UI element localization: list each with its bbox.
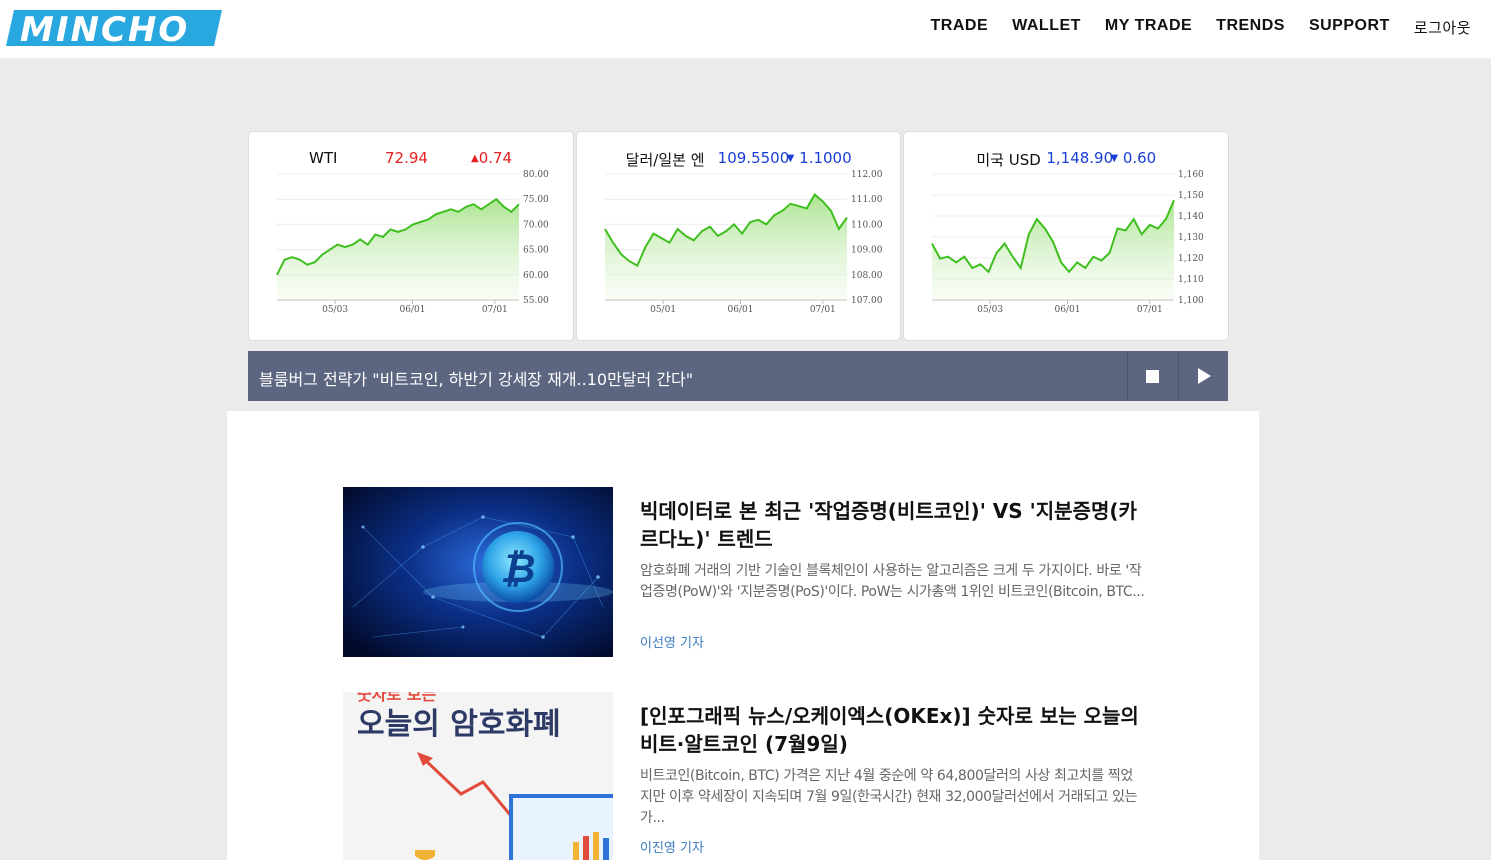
market-cards: WTI 72.94 ▲0.74 80.00 75.00 70.00 65.00 60.0… xyxy=(248,131,1230,341)
y-tick-label: 1,100 xyxy=(1178,296,1204,306)
mincho-logo[interactable]: MINCHO xyxy=(6,10,222,46)
article-title[interactable]: 빅데이터로 본 최근 '작업증명(비트코인)' VS '지분증명(카르다노)' … xyxy=(640,497,1145,553)
y-tick-label: 55.00 xyxy=(523,296,549,306)
article-thumbnail[interactable]: ₿ xyxy=(343,487,613,657)
nav-wallet[interactable]: WALLET xyxy=(1012,17,1081,38)
stop-button[interactable] xyxy=(1127,351,1177,401)
news-ticker-bar: 블룸버그 전략가 "비트코인, 하반기 강세장 재개..10만달러 간다" xyxy=(248,351,1228,401)
ticker-card-wti[interactable]: WTI 72.94 ▲0.74 80.00 75.00 70.00 65.00 60.0… xyxy=(248,131,574,341)
x-tick-label: 07/01 xyxy=(810,305,836,315)
x-tick-label: 05/03 xyxy=(977,305,1003,315)
y-tick-label: 1,130 xyxy=(1178,233,1204,243)
y-tick-label: 108.00 xyxy=(851,271,883,281)
y-tick-label: 111.00 xyxy=(851,195,883,205)
y-tick-label: 1,160 xyxy=(1178,170,1204,180)
main-nav: TRADE WALLET MY TRADE TRENDS SUPPORT 로그아… xyxy=(931,17,1471,38)
y-tick-label: 107.00 xyxy=(851,296,883,306)
infographic-image: 숫자로 보는 오늘의 암호화폐 xyxy=(343,692,613,860)
y-tick-label: 1,150 xyxy=(1178,191,1204,201)
y-tick-label: 1,120 xyxy=(1178,254,1204,264)
top-header: MINCHO TRADE WALLET MY TRADE TRENDS SUPP… xyxy=(0,0,1491,58)
nav-trade[interactable]: TRADE xyxy=(931,17,989,38)
y-tick-label: 112.00 xyxy=(851,170,883,180)
ticker-chart: 80.00 75.00 70.00 65.00 60.00 55.00 05/03 06/01… xyxy=(276,170,549,315)
article-summary: 암호화폐 거래의 기반 기술인 블록체인이 사용하는 알고리즘은 크게 두 가지… xyxy=(640,563,1145,600)
nav-my-trade[interactable]: MY TRADE xyxy=(1105,17,1192,38)
play-button[interactable] xyxy=(1178,351,1228,401)
nav-logout[interactable]: 로그아웃 xyxy=(1414,17,1471,38)
bitcoin-image: ₿ xyxy=(343,487,613,657)
y-tick-label: 1,140 xyxy=(1178,212,1204,222)
article-list: ₿ 빅데이터로 본 최근 '작업증명(비트코인)' VS '지분증명(카르다노)… xyxy=(227,411,1259,860)
article-author[interactable]: 이선영 기자 xyxy=(640,632,704,651)
x-tick-label: 07/01 xyxy=(482,305,508,315)
x-tick-label: 06/01 xyxy=(727,305,753,315)
svg-text:₿: ₿ xyxy=(500,546,535,592)
y-tick-label: 65.00 xyxy=(523,246,549,256)
y-tick-label: 1,110 xyxy=(1178,275,1204,285)
article-thumbnail[interactable]: 숫자로 보는 오늘의 암호화폐 xyxy=(343,692,613,860)
thumb-subtitle: 숫자로 보는 xyxy=(357,692,436,704)
y-tick-label: 75.00 xyxy=(523,195,549,205)
x-tick-label: 06/01 xyxy=(400,305,426,315)
ticker-card-usd-krw[interactable]: 미국 USD 1,148.90 ▼ 0.60 1,160 1,150 1,140 1,… xyxy=(903,131,1230,341)
logo-text: MINCHO xyxy=(20,10,189,46)
y-tick-label: 80.00 xyxy=(523,170,549,180)
play-icon xyxy=(1198,368,1211,384)
ticker-chart: 1,160 1,150 1,140 1,130 1,120 1,110 1,100 05/03… xyxy=(931,170,1204,315)
ticker-chart: 112.00 111.00 110.00 109.00 108.00 107.00 05/0… xyxy=(603,170,883,315)
nav-support[interactable]: SUPPORT xyxy=(1309,17,1390,38)
thumb-title: 오늘의 암호화폐 xyxy=(357,707,561,742)
news-headline[interactable]: 블룸버그 전략가 "비트코인, 하반기 강세장 재개..10만달러 간다" xyxy=(259,366,693,390)
x-tick-label: 05/03 xyxy=(322,305,348,315)
series-area xyxy=(932,200,1175,300)
x-tick-label: 05/01 xyxy=(650,305,676,315)
y-tick-label: 109.00 xyxy=(851,246,883,256)
y-tick-label: 70.00 xyxy=(523,220,549,230)
series-area xyxy=(604,194,847,300)
article-summary: 비트코인(Bitcoin, BTC) 가격은 지난 4월 중순에 약 64,80… xyxy=(640,768,1138,826)
y-tick-label: 110.00 xyxy=(851,220,883,230)
stop-icon xyxy=(1146,370,1159,383)
article-author[interactable]: 이진영 기자 xyxy=(640,837,704,856)
ticker-card-usd-jpy[interactable]: 달러/일본 엔 109.5500 ▼ 1.1000 112.00 111.00 11… xyxy=(575,131,902,341)
article-title[interactable]: [인포그래픽 뉴스/오케이엑스(OKEx)] 숫자로 보는 오늘의 비트·알트코… xyxy=(640,702,1145,758)
x-tick-label: 07/01 xyxy=(1137,305,1163,315)
x-tick-label: 06/01 xyxy=(1055,305,1081,315)
y-tick-label: 60.00 xyxy=(523,271,549,281)
nav-trends[interactable]: TRENDS xyxy=(1216,17,1285,38)
